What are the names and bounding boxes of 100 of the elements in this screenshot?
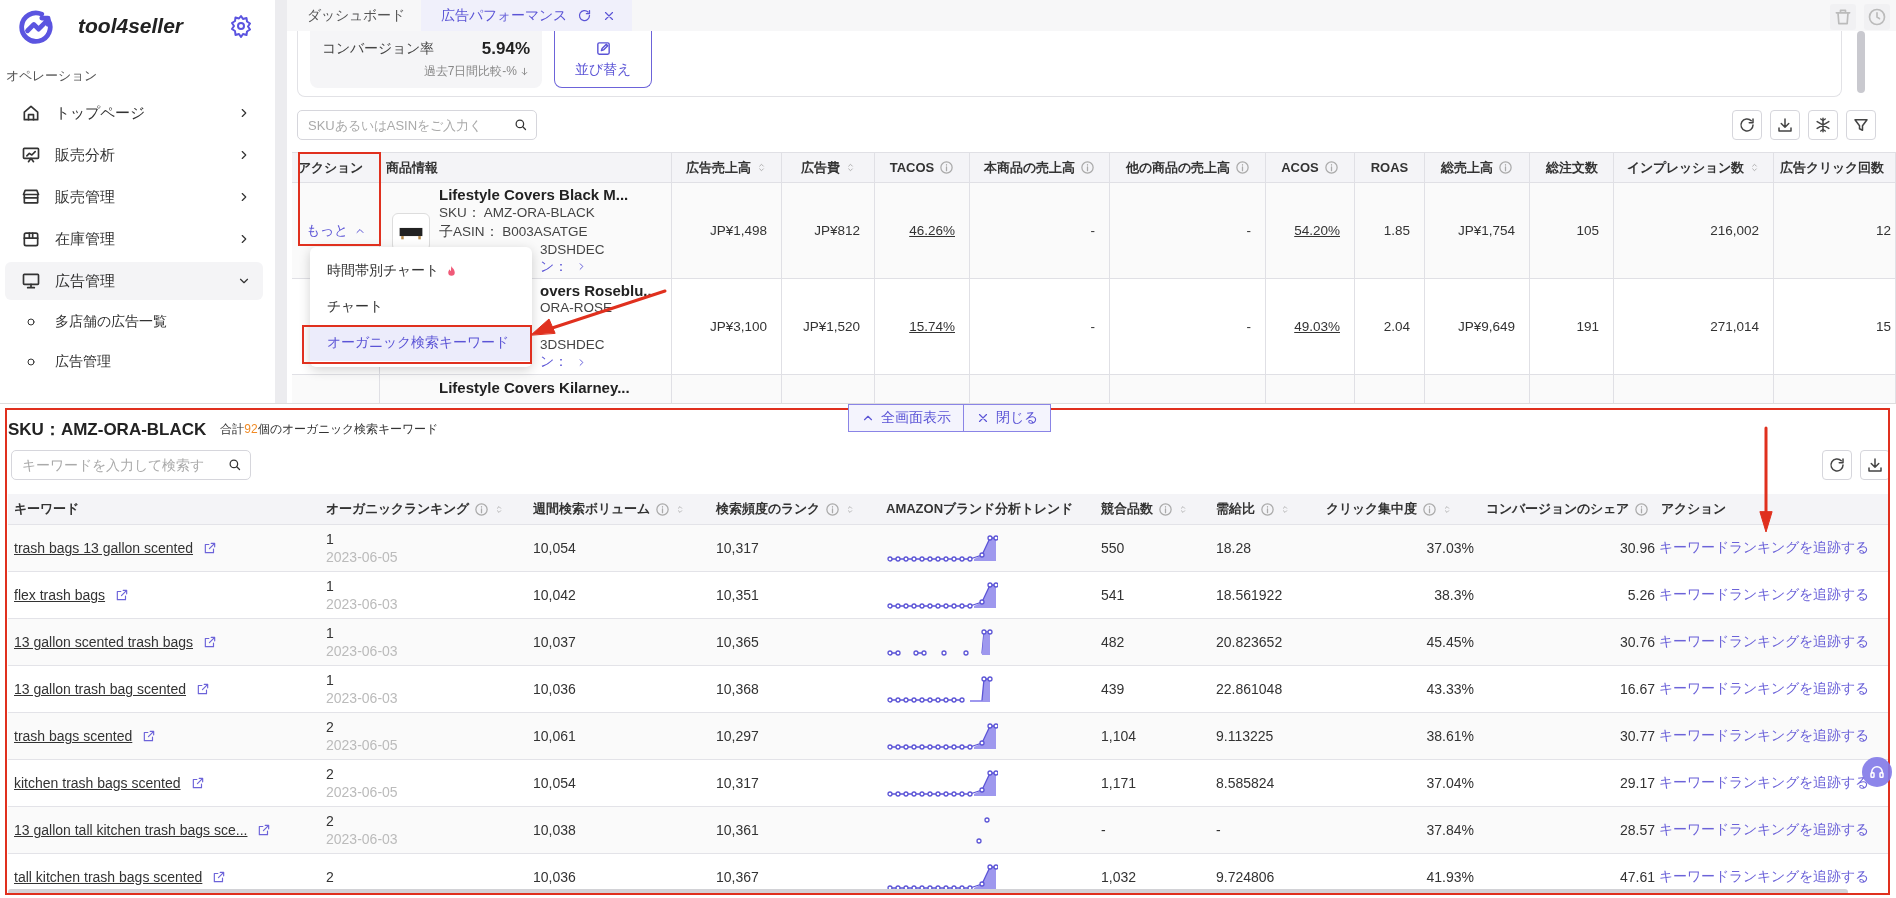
table-cell: 1,032: [1101, 869, 1137, 885]
product-detail: 3DSHDEC: [540, 241, 606, 257]
settings-icon[interactable]: [229, 14, 253, 38]
keyword-link[interactable]: tall kitchen trash bags scented: [14, 869, 203, 885]
sidebar-subitem[interactable]: 多店舗の広告一覧: [5, 304, 263, 340]
table-cell: 10,368: [716, 681, 759, 697]
sidebar-subitem[interactable]: 広告管理: [5, 344, 263, 380]
rank-value: 1: [326, 624, 334, 642]
rank-date: 2023-06-03: [326, 642, 398, 660]
column-header: 他の商品の売上高: [1110, 152, 1266, 183]
menu-item[interactable]: 時間帯別チャート: [310, 253, 532, 289]
edit-icon: [594, 39, 612, 57]
column-header: オーガニックランキング: [320, 494, 527, 525]
rank-date: 2023-06-05: [326, 736, 398, 754]
sidebar-item[interactable]: 広告管理: [5, 262, 263, 300]
table-cell: 10,351: [716, 587, 759, 603]
keyword-link[interactable]: kitchen trash bags scented: [14, 775, 181, 791]
rank-value: 2: [326, 812, 334, 830]
snowflake-button[interactable]: [1808, 110, 1838, 140]
table-cell: 15: [1875, 319, 1891, 334]
table-cell: JP¥1,520: [802, 319, 860, 334]
fullscreen-button[interactable]: 全画面表示: [847, 404, 964, 432]
percent-link[interactable]: 54.20%: [1294, 223, 1340, 238]
keyword-link[interactable]: 13 gallon scented trash bags: [14, 634, 193, 650]
refresh-button[interactable]: [1732, 110, 1762, 140]
sidebar-item[interactable]: 販売分析: [5, 136, 263, 174]
track-ranking-link[interactable]: キーワードランキングを追跡する: [1659, 774, 1869, 792]
info-icon: [1634, 501, 1649, 517]
table-cell: 45.45%: [1426, 634, 1474, 650]
more-button[interactable]: もっと: [305, 221, 366, 240]
refresh-icon[interactable]: [577, 8, 592, 23]
tab[interactable]: ダッシュボード: [287, 0, 421, 31]
tab[interactable]: 広告パフォーマンス: [421, 0, 632, 31]
sidebar-item[interactable]: 在庫管理: [5, 220, 263, 258]
keyword-link[interactable]: trash bags scented: [14, 728, 133, 744]
menu-item[interactable]: オーガニック検索キーワード: [310, 325, 532, 361]
external-link-icon[interactable]: [203, 635, 217, 649]
table-cell: -: [1246, 223, 1251, 238]
external-link-icon[interactable]: [257, 823, 272, 837]
table-cell: 10,361: [716, 822, 759, 838]
info-icon: [1080, 160, 1095, 175]
table-cell: 191: [1576, 319, 1599, 334]
percent-link[interactable]: 46.26%: [909, 223, 955, 238]
column-header: キーワード: [8, 494, 320, 525]
external-link-icon[interactable]: [212, 870, 227, 884]
arrow-down-icon: [519, 66, 530, 77]
table-cell: 10,317: [716, 775, 759, 791]
search-field[interactable]: SKUあるいはASINをご入力く: [297, 110, 537, 140]
campaign-link[interactable]: ン：: [540, 257, 629, 276]
percent-link[interactable]: 15.74%: [909, 319, 955, 334]
track-ranking-link[interactable]: キーワードランキングを追跡する: [1659, 680, 1869, 698]
external-link-icon[interactable]: [142, 729, 157, 743]
keyword-link[interactable]: trash bags 13 gallon scented: [14, 540, 193, 556]
table-cell: 216,002: [1710, 223, 1759, 238]
table-cell: 8.585824: [1216, 775, 1275, 791]
table-cell: 10,054: [533, 775, 576, 791]
table-cell: 16.67: [1619, 681, 1655, 697]
info-icon: [939, 160, 955, 175]
refresh-button[interactable]: [1822, 450, 1852, 480]
keyword-search-field[interactable]: キーワードを入力して検索す: [11, 450, 251, 480]
vertical-scrollbar[interactable]: [1857, 31, 1865, 93]
table-cell: 10,037: [533, 634, 576, 650]
external-link-icon[interactable]: [190, 776, 205, 790]
table-cell: 10,054: [533, 540, 576, 556]
percent-link[interactable]: 49.03%: [1294, 319, 1340, 334]
column-header: 広告費: [782, 152, 875, 183]
table-cell: 541: [1101, 587, 1125, 603]
external-link-icon[interactable]: [196, 682, 210, 696]
download-button[interactable]: [1770, 110, 1800, 140]
table-cell: 28.57: [1619, 822, 1655, 838]
rank-date: 2023-06-03: [326, 689, 398, 707]
brand-name: tool4seller: [78, 14, 185, 38]
menu-item[interactable]: チャート: [310, 289, 532, 325]
horizontal-scrollbar[interactable]: [8, 889, 1848, 895]
campaign-link[interactable]: ン：: [540, 353, 656, 371]
column-header: 競合品数: [1095, 494, 1210, 525]
sidebar-item[interactable]: トップページ: [5, 94, 263, 132]
info-icon: [474, 501, 489, 517]
keyword-link[interactable]: 13 gallon trash bag scented: [14, 681, 186, 697]
keyword-link[interactable]: flex trash bags: [14, 587, 106, 603]
comparison-text: 過去7日間比較-%: [423, 63, 517, 80]
column-header: 総売上高: [1425, 152, 1530, 183]
sidebar-item[interactable]: 販売管理: [5, 178, 263, 216]
filter-button[interactable]: [1846, 110, 1876, 140]
product-title[interactable]: Lifestyle Covers Black M...: [439, 185, 629, 203]
table-cell: 41.93%: [1426, 869, 1474, 885]
product-title[interactable]: overs Roseblu...: [540, 282, 656, 299]
track-ranking-link[interactable]: キーワードランキングを追跡する: [1659, 586, 1869, 604]
info-icon: [1234, 160, 1250, 175]
external-link-icon[interactable]: [115, 588, 130, 602]
external-link-icon[interactable]: [203, 541, 217, 555]
track-ranking-link[interactable]: キーワードランキングを追跡する: [1659, 868, 1869, 886]
sort-button[interactable]: 並び替え: [554, 31, 652, 88]
snowflake-icon: [1814, 116, 1832, 134]
filter-icon: [1852, 116, 1870, 134]
info-icon: [825, 501, 840, 517]
column-header: AMAZONブランド分析トレンド: [880, 494, 1095, 525]
table-cell: 10,042: [533, 587, 576, 603]
download-button[interactable]: [1860, 450, 1890, 480]
close-button[interactable]: 閉じる: [963, 404, 1051, 432]
